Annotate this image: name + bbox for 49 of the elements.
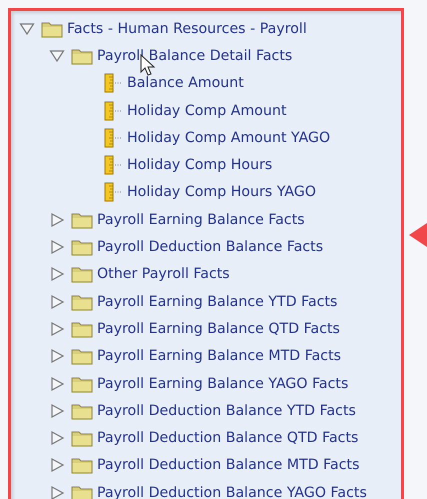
collapse-triangle-icon[interactable] bbox=[49, 48, 65, 63]
folder-icon bbox=[71, 292, 93, 311]
folder-icon bbox=[41, 20, 63, 38]
expand-triangle-icon[interactable] bbox=[49, 376, 65, 390]
folder-icon bbox=[71, 456, 93, 474]
folder-icon bbox=[71, 265, 93, 284]
collapse-triangle-icon[interactable] bbox=[19, 22, 35, 36]
folder-icon bbox=[71, 347, 93, 366]
folder-icon bbox=[71, 402, 93, 420]
tree-item[interactable]: Payroll Deduction Balance MTD Facts bbox=[97, 457, 360, 474]
tree-item[interactable]: Payroll Earning Balance QTD Facts bbox=[97, 320, 340, 337]
tree-item[interactable]: Balance Amount bbox=[127, 75, 244, 92]
tree-item[interactable]: Payroll Deduction Balance QTD Facts bbox=[97, 430, 358, 446]
folder-icon bbox=[71, 429, 93, 448]
folder-icon bbox=[71, 210, 93, 229]
tree-item[interactable]: Holiday Comp Amount YAGO bbox=[127, 130, 330, 146]
tree-item[interactable]: Payroll Deduction Balance YTD Facts bbox=[97, 402, 356, 419]
tree-item[interactable]: Holiday Comp Amount bbox=[127, 102, 287, 119]
expand-triangle-icon[interactable] bbox=[49, 267, 65, 282]
tree-item[interactable]: Payroll Earning Balance Facts bbox=[97, 212, 305, 228]
measure-icon bbox=[103, 73, 123, 94]
measure-icon bbox=[103, 100, 123, 121]
folder-icon bbox=[71, 374, 93, 392]
expand-triangle-icon[interactable] bbox=[49, 458, 65, 472]
expand-triangle-icon[interactable] bbox=[49, 349, 65, 364]
tree-item[interactable]: Other Payroll Facts bbox=[97, 266, 230, 282]
tree-item[interactable]: Payroll Earning Balance YAGO Facts bbox=[97, 376, 348, 392]
folder-icon bbox=[71, 484, 93, 499]
expand-triangle-icon[interactable] bbox=[49, 486, 65, 499]
tree-item[interactable]: Holiday Comp Hours YAGO bbox=[127, 184, 316, 200]
tree-item[interactable]: Payroll Earning Balance YTD Facts bbox=[97, 294, 338, 310]
expand-triangle-icon[interactable] bbox=[49, 404, 65, 418]
tree-item[interactable]: Facts - Human Resources - Payroll bbox=[67, 20, 307, 37]
measure-icon bbox=[103, 182, 123, 202]
expand-triangle-icon[interactable] bbox=[49, 294, 65, 309]
expand-triangle-icon[interactable] bbox=[49, 240, 65, 254]
tree-item[interactable]: Payroll Balance Detail Facts bbox=[97, 48, 292, 64]
tree-item[interactable]: Payroll Earning Balance MTD Facts bbox=[97, 348, 342, 364]
expand-triangle-icon[interactable] bbox=[49, 431, 65, 446]
folder-icon bbox=[71, 46, 93, 65]
measure-icon bbox=[103, 155, 123, 176]
folder-icon bbox=[71, 320, 93, 338]
folder-icon bbox=[71, 238, 93, 256]
expand-triangle-icon[interactable] bbox=[49, 212, 65, 227]
expand-triangle-icon[interactable] bbox=[49, 322, 65, 336]
tree-item[interactable]: Holiday Comp Hours bbox=[127, 157, 272, 174]
measure-icon bbox=[103, 128, 123, 148]
tree-item[interactable]: Payroll Deduction Balance Facts bbox=[97, 239, 324, 256]
pointer-arrow-icon bbox=[409, 222, 427, 248]
